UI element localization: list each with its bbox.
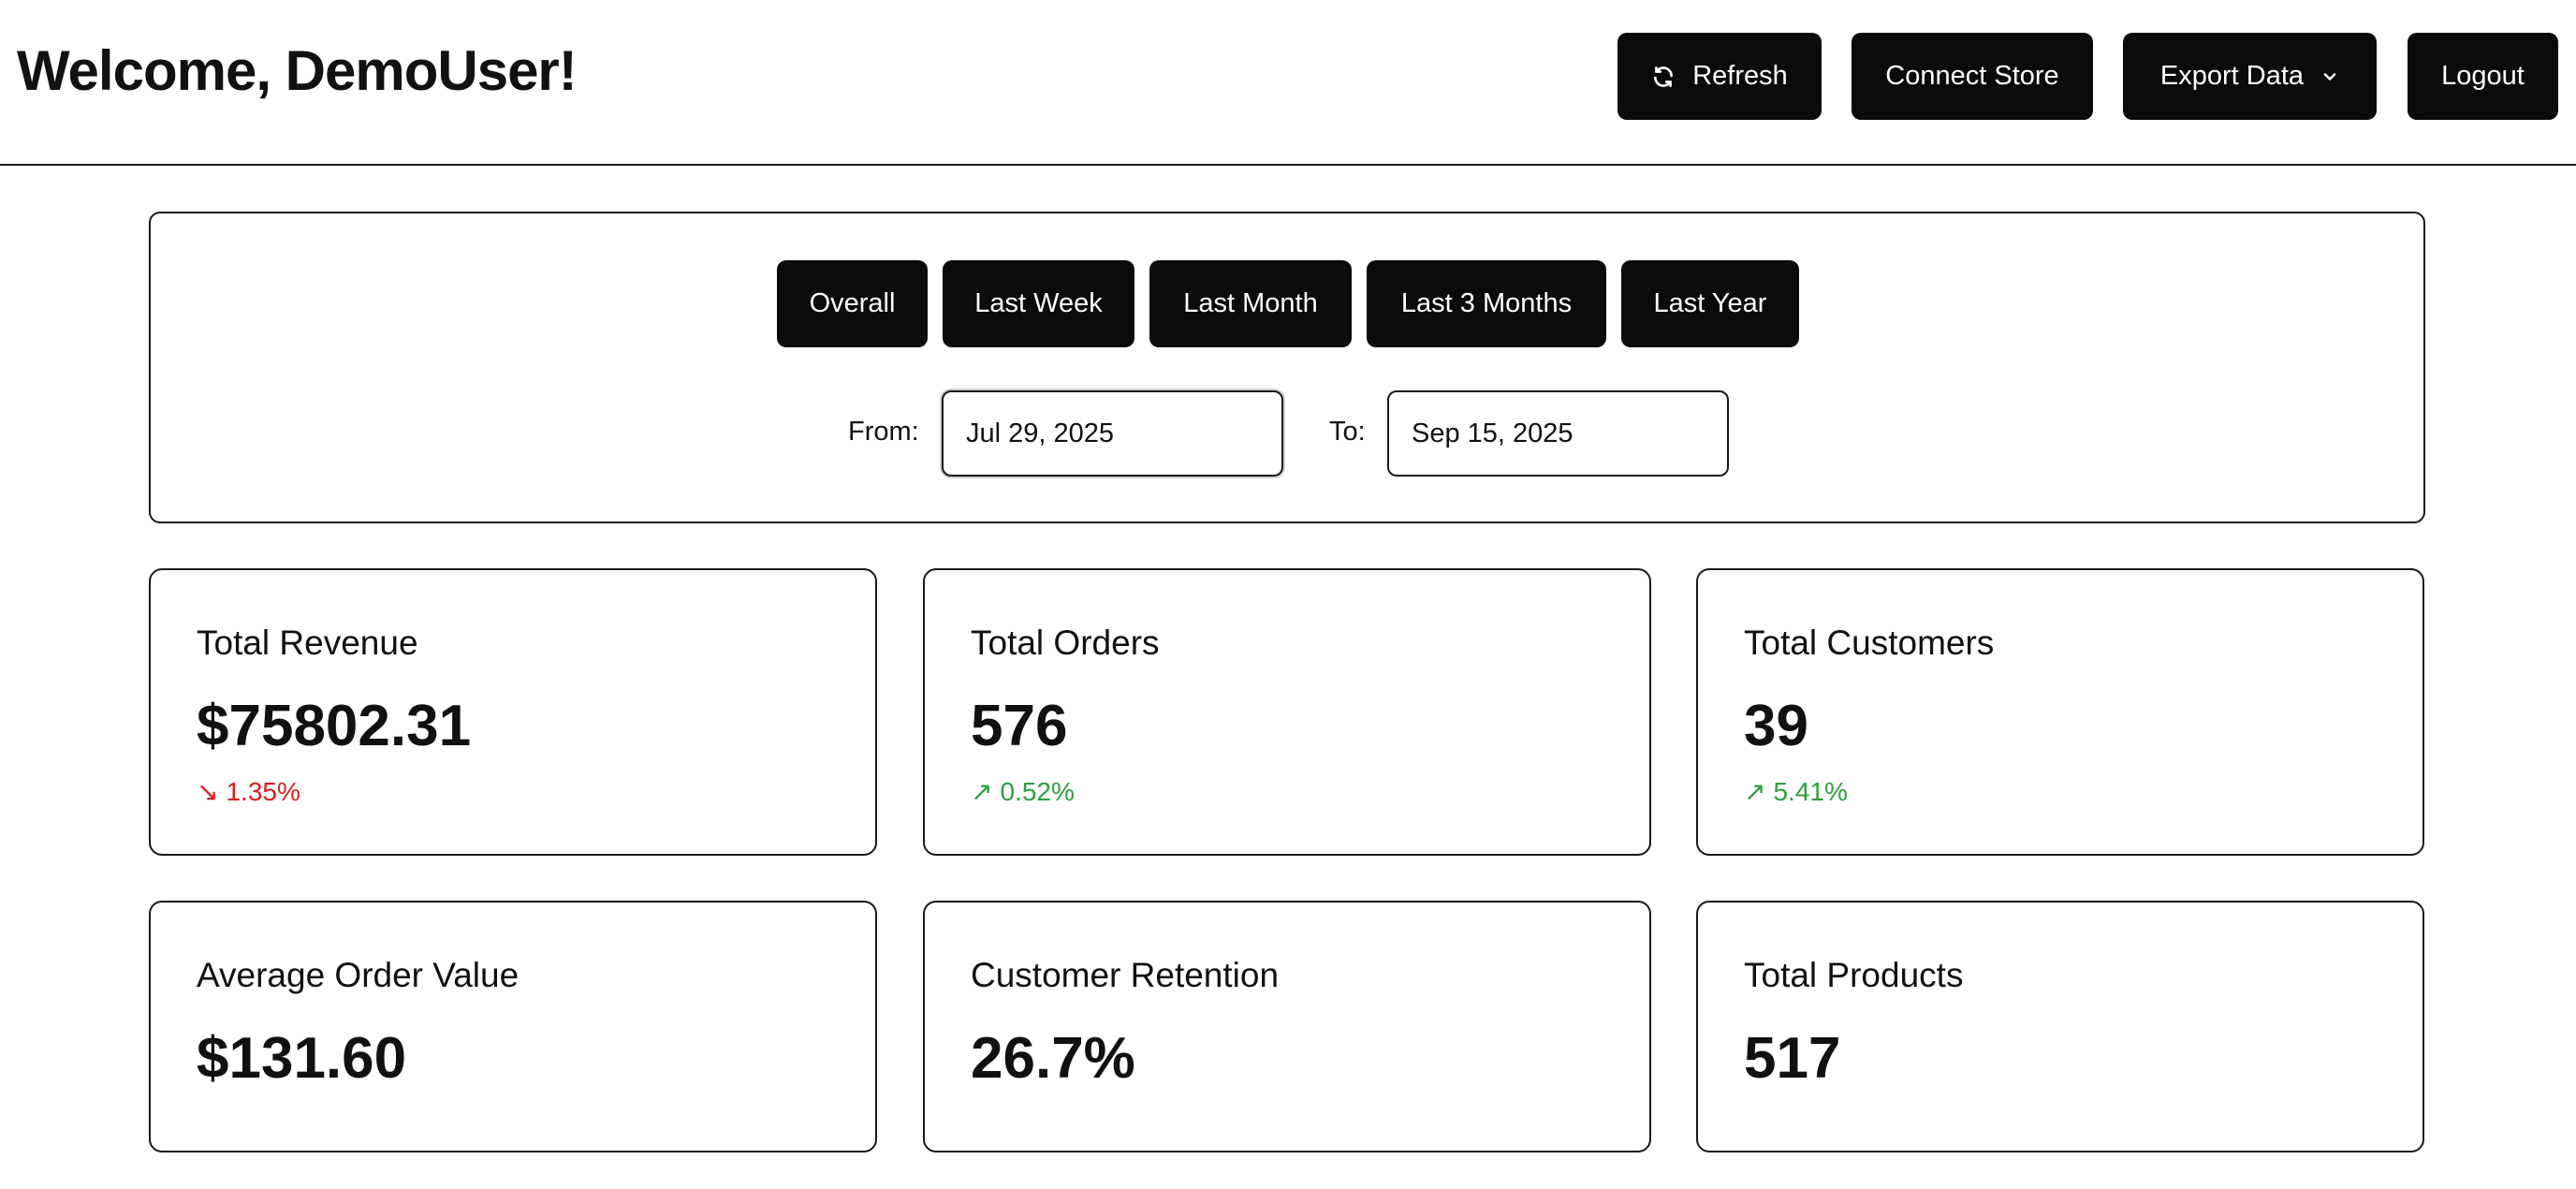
stat-card-title: Total Orders: [971, 624, 1160, 662]
stat-card-value: $131.60: [197, 1026, 407, 1091]
stat-card-customer-retention: Customer Retention 26.7%: [923, 901, 1651, 1152]
period-last-year-button[interactable]: Last Year: [1621, 260, 1799, 347]
stat-card-value: 26.7%: [971, 1026, 1135, 1091]
connect-store-button-label: Connect Store: [1885, 61, 2059, 91]
to-date-input[interactable]: [1387, 390, 1729, 477]
refresh-icon: [1651, 65, 1676, 89]
period-overall-button[interactable]: Overall: [777, 260, 928, 347]
welcome-title: Welcome, DemoUser!: [17, 39, 578, 102]
stat-card-total-customers: Total Customers 39 ↗ 5.41%: [1696, 568, 2424, 856]
stat-change-positive: ↗ 5.41%: [1744, 776, 1848, 808]
period-last-3-months-button[interactable]: Last 3 Months: [1367, 260, 1606, 347]
connect-store-button[interactable]: Connect Store: [1852, 33, 2093, 120]
stat-card-value: $75802.31: [197, 694, 472, 758]
trend-down-icon: ↘: [197, 777, 219, 806]
stat-change-value: 0.52%: [1000, 777, 1075, 806]
stat-change-value: 5.41%: [1773, 777, 1848, 806]
stat-card-title: Total Revenue: [197, 624, 418, 662]
stat-card-value: 517: [1744, 1026, 1841, 1091]
app-header: Welcome, DemoUser! Refresh Connect Store…: [0, 0, 2576, 166]
stat-change-value: 1.35%: [226, 777, 300, 806]
stat-card-value: 39: [1744, 694, 1808, 758]
stat-card-title: Customer Retention: [971, 956, 1280, 994]
refresh-button-label: Refresh: [1692, 61, 1788, 91]
logout-button[interactable]: Logout: [2408, 33, 2558, 120]
from-date-input[interactable]: [942, 390, 1283, 477]
refresh-button[interactable]: Refresh: [1617, 33, 1822, 120]
stat-card-total-revenue: Total Revenue $75802.31 ↘ 1.35%: [149, 568, 877, 856]
stat-card-value: 576: [971, 694, 1068, 758]
stat-card-title: Average Order Value: [197, 956, 520, 994]
stat-card-title: Total Customers: [1744, 624, 1995, 662]
stat-card-total-orders: Total Orders 576 ↗ 0.52%: [923, 568, 1651, 856]
trend-up-icon: ↗: [1744, 777, 1766, 806]
period-last-week-button[interactable]: Last Week: [943, 260, 1134, 347]
logout-button-label: Logout: [2441, 61, 2525, 91]
stat-card-average-order-value: Average Order Value $131.60: [149, 901, 877, 1152]
stat-card-title: Total Products: [1744, 956, 1964, 994]
date-filter-panel: Overall Last Week Last Month Last 3 Mont…: [149, 212, 2425, 523]
from-label: From:: [848, 417, 919, 447]
period-last-month-button[interactable]: Last Month: [1149, 260, 1352, 347]
stat-change-negative: ↘ 1.35%: [197, 776, 300, 808]
export-data-button-label: Export Data: [2159, 61, 2305, 91]
stat-card-total-products: Total Products 517: [1696, 901, 2424, 1152]
trend-up-icon: ↗: [971, 777, 993, 806]
to-label: To:: [1329, 417, 1366, 447]
export-data-button[interactable]: Export Data: [2123, 33, 2377, 120]
stat-change-positive: ↗ 0.52%: [971, 776, 1075, 808]
chevron-down-icon: [2320, 67, 2339, 86]
